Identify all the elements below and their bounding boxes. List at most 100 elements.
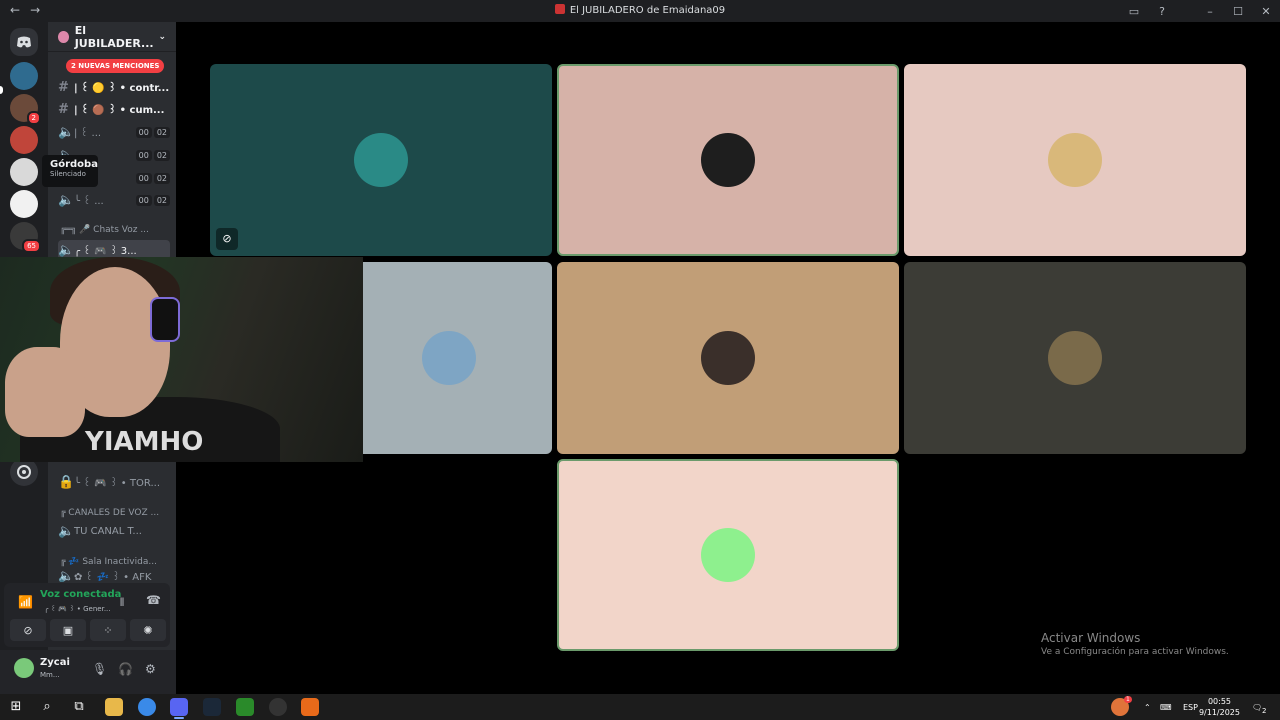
participant-tile-speaking[interactable]	[557, 64, 899, 256]
lock-icon: 🔒	[58, 474, 75, 490]
discord-home-icon[interactable]	[10, 28, 38, 56]
channel-label: ╭ ꒰ 🎮 ꒱ 3...	[74, 245, 137, 257]
language-indicator[interactable]: ESP	[1183, 694, 1198, 720]
tooltip-status: Silenciado	[50, 170, 86, 178]
category-canales-de-voz[interactable]: ╔ CANALES DE VOZ ...	[60, 508, 172, 518]
server-icon-6[interactable]: 65	[10, 222, 41, 253]
user-limit: 00 02	[135, 194, 170, 206]
participant-avatar	[701, 331, 755, 385]
user-max: 02	[153, 194, 170, 206]
server-icon-gordoba[interactable]	[10, 158, 38, 186]
help-icon[interactable]: ?	[1148, 5, 1176, 18]
server-icon-3[interactable]	[10, 126, 38, 154]
clock[interactable]: 00:55 9/11/2025	[1199, 696, 1240, 718]
channel-label: TU CANAL T...	[74, 525, 142, 537]
weather-badge: 1	[1124, 696, 1132, 703]
locked-channel-item[interactable]: 🔒 ╰ ꒰ 🎮 ꒱ • TOR...	[58, 472, 170, 492]
voice-connected-panel: 📶 Voz conectada ╭ ꒰ 🎮 ꒱ • Gener... 𝍪 ☎ ⊘…	[4, 583, 170, 647]
guild-icon	[58, 30, 69, 43]
microphone-icon[interactable]: 🎙	[92, 662, 107, 676]
hash-icon: #	[58, 79, 69, 95]
disconnect-icon[interactable]: ☎	[146, 593, 161, 607]
channel-label: ╰ ꒰ 🎮 ꒱ • TOR...	[74, 477, 160, 489]
mentions-badge[interactable]: 2 NUEVAS MENCIONES	[66, 59, 165, 73]
channel-label: ╰ ꒰ ...	[74, 195, 104, 207]
user-limit: 00 02	[135, 149, 170, 161]
chevron-down-icon: ⌄	[158, 31, 166, 42]
participant-avatar	[422, 331, 477, 385]
inbox-icon[interactable]: ▭	[1120, 5, 1148, 18]
speaker-icon: 🔈	[58, 523, 75, 539]
server-badge: 2	[26, 111, 41, 125]
noise-suppression-icon[interactable]: 𝍪	[120, 593, 124, 614]
participant-tile-speaking[interactable]	[557, 459, 899, 651]
minimize-button[interactable]: –	[1196, 5, 1224, 18]
server-icon-2[interactable]: 2	[10, 94, 41, 125]
guild-header[interactable]: El JUBILADER... ⌄	[48, 22, 176, 52]
server-icon-1[interactable]	[10, 62, 38, 90]
watermark-title: Activar Windows	[1041, 631, 1141, 645]
participant-tile[interactable]: ⊘	[210, 64, 552, 256]
maximize-button[interactable]: ☐	[1224, 5, 1252, 18]
user-count: 00	[135, 172, 152, 184]
muted-icon: ⊘	[216, 228, 238, 250]
headphones-icon[interactable]: 🎧	[118, 662, 133, 676]
voice-status[interactable]: Voz conectada	[40, 589, 121, 600]
activate-windows-watermark: Activar Windows Ve a Configuración para …	[1041, 631, 1229, 657]
voice-channel-name[interactable]: ╭ ꒰ 🎮 ꒱ • Gener...	[44, 603, 111, 613]
task-view-icon[interactable]: ⧉	[70, 698, 88, 716]
channel-item[interactable]: # | ꒰ 🟡 ꒱ • contr...	[58, 77, 170, 97]
discover-icon[interactable]	[10, 458, 38, 486]
participant-avatar	[1048, 133, 1102, 187]
hash-icon: #	[58, 101, 69, 117]
soundboard-button[interactable]: ✺	[130, 619, 166, 641]
screen-share-button[interactable]: ▣	[50, 619, 86, 641]
channel-item[interactable]: # | ꒰ 🟤 ꒱ • cum...	[58, 99, 170, 119]
category-chats-voz[interactable]: ╔═╗ 🎤 Chats Voz ...	[60, 225, 172, 235]
voice-channel-item[interactable]: 🔈 TU CANAL T...	[58, 521, 170, 541]
speaker-icon: 🔈	[58, 242, 75, 258]
voice-channel-item[interactable]: 🔈 | ꒰ ... 00 02	[58, 122, 170, 142]
minecraft-icon[interactable]	[236, 698, 254, 716]
file-explorer-icon[interactable]	[105, 698, 123, 716]
search-icon[interactable]: ⌕	[38, 698, 56, 716]
discord-taskbar-icon[interactable]	[170, 698, 188, 716]
category-sala-inactividad[interactable]: ╔ 💤 Sala Inactivida...	[60, 557, 172, 567]
user-max: 02	[153, 149, 170, 161]
activities-button[interactable]: ⁘	[90, 619, 126, 641]
clock-date: 9/11/2025	[1198, 708, 1240, 717]
user-max: 02	[153, 126, 170, 138]
obs-icon[interactable]	[269, 698, 287, 716]
webcam-overlay: YIAMHO	[0, 257, 363, 462]
server-icon-5[interactable]	[10, 190, 38, 218]
username[interactable]: Zycai	[40, 657, 70, 668]
server-pill	[0, 86, 3, 94]
speaker-icon: 🔈	[58, 124, 75, 140]
close-button[interactable]: ✕	[1252, 5, 1280, 18]
channel-label: | ꒰ 🟤 ꒱ • cum...	[74, 104, 165, 116]
tooltip-name: Górdoba	[50, 159, 98, 170]
participant-tile[interactable]	[904, 262, 1246, 454]
channel-label: ✿ ꒰ 💤 ꒱ • AFK	[74, 571, 152, 583]
gear-icon[interactable]: ⚙	[145, 662, 156, 676]
avatar[interactable]	[14, 658, 34, 678]
user-limit: 00 02	[135, 172, 170, 184]
speaker-icon: 🔈	[58, 192, 75, 208]
participant-avatar	[1048, 331, 1102, 385]
steam-icon[interactable]	[203, 698, 221, 716]
windows-start-icon[interactable]: ⊞	[7, 698, 25, 716]
notifications-icon[interactable]: 🗨	[1252, 694, 1262, 720]
server-tooltip: Górdoba Silenciado	[42, 155, 98, 187]
camera-toggle-button[interactable]: ⊘	[10, 619, 46, 641]
chrome-icon[interactable]	[138, 698, 156, 716]
signal-icon[interactable]: 📶	[18, 595, 33, 609]
voice-channel-item[interactable]: 🔈 ╰ ꒰ ... 00 02	[58, 190, 170, 210]
microphone-app-icon[interactable]	[301, 698, 319, 716]
guild-name: El JUBILADER...	[74, 23, 154, 50]
participant-tile[interactable]	[904, 64, 1246, 256]
afk-channel-item[interactable]: 🔈 ✿ ꒰ 💤 ꒱ • AFK	[58, 570, 170, 582]
tray-chevron-icon[interactable]: ⌃	[1144, 694, 1151, 720]
keyboard-icon[interactable]: ⌨	[1160, 694, 1172, 720]
channel-label: | ꒰ 🟡 ꒱ • contr...	[74, 82, 170, 94]
participant-tile[interactable]	[557, 262, 899, 454]
